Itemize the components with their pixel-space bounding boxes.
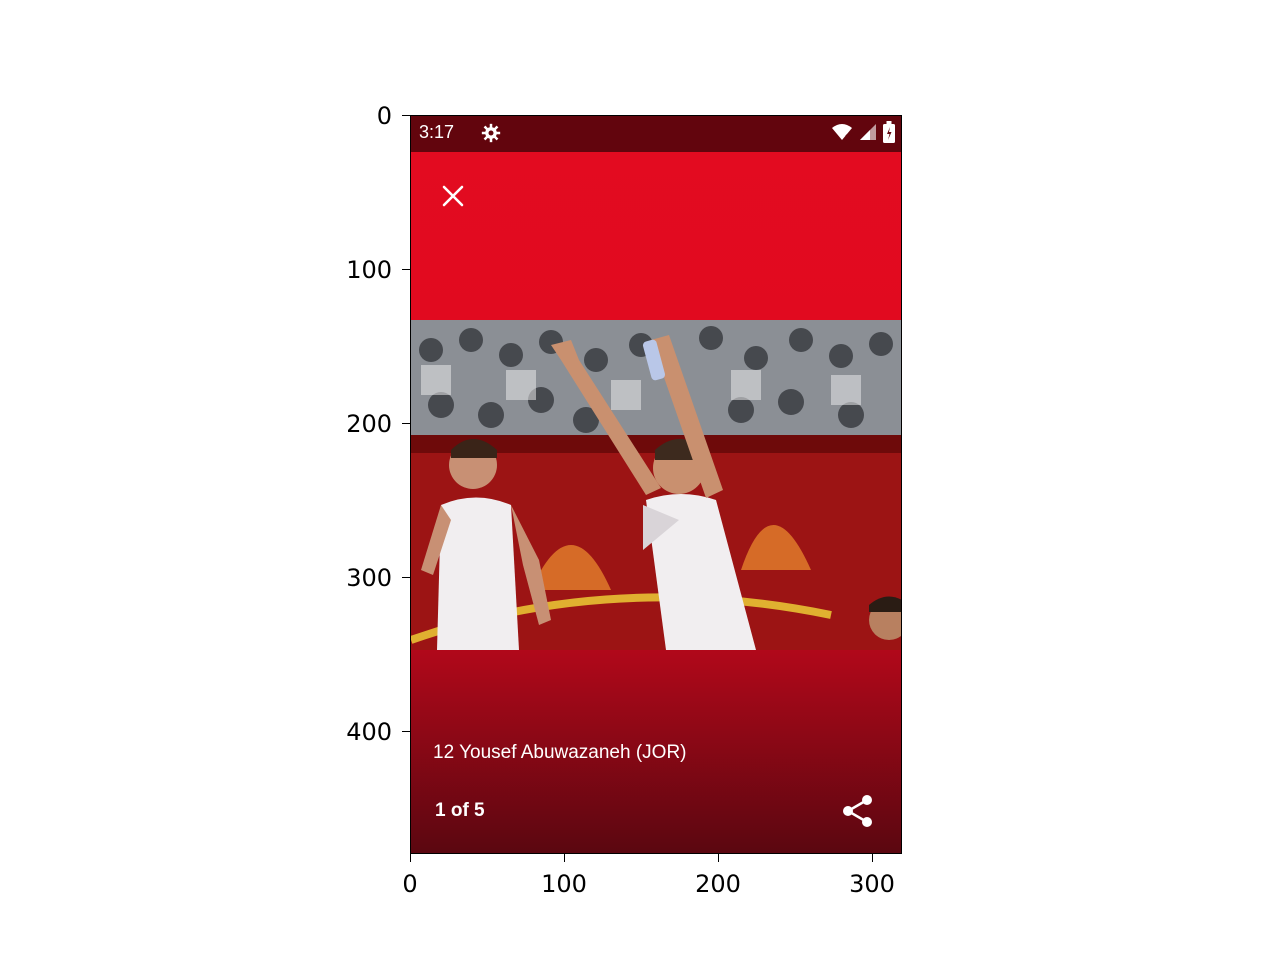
x-tick <box>564 854 565 862</box>
y-tick-label: 200 <box>346 410 392 438</box>
close-icon[interactable] <box>439 182 467 210</box>
y-tick-label: 300 <box>346 564 392 592</box>
y-tick-label: 400 <box>346 718 392 746</box>
y-tick <box>402 577 410 578</box>
x-tick-label: 300 <box>849 870 895 898</box>
y-tick-label: 0 <box>376 102 392 130</box>
gear-icon <box>481 123 501 143</box>
app-bar <box>411 152 901 320</box>
y-tick-label: 100 <box>346 256 392 284</box>
photo-caption: 12 Yousef Abuwazaneh (JOR) <box>433 742 687 763</box>
x-tick-label: 0 <box>402 870 418 898</box>
y-tick <box>402 115 410 116</box>
y-tick <box>402 423 410 424</box>
photo-illustration <box>411 320 901 650</box>
x-tick <box>410 854 411 862</box>
x-tick <box>718 854 719 862</box>
share-icon[interactable] <box>841 794 875 828</box>
battery-icon <box>883 121 895 143</box>
x-tick <box>872 854 873 862</box>
status-time: 3:17 <box>419 122 455 142</box>
status-icons <box>831 121 895 143</box>
status-bar: 3:17 <box>411 116 901 152</box>
y-tick <box>402 731 410 732</box>
gallery-photo[interactable] <box>411 320 901 650</box>
signal-icon <box>860 124 876 140</box>
y-tick <box>402 269 410 270</box>
wifi-icon <box>832 124 852 141</box>
caption-area: 12 Yousef Abuwazaneh (JOR) 1 of 5 <box>411 650 901 853</box>
x-tick-label: 200 <box>695 870 741 898</box>
photo-counter: 1 of 5 <box>435 800 485 821</box>
phone-screen: 3:17 12 Yousef Abuwazaneh (JOR) 1 of 5 <box>410 115 902 854</box>
x-tick-label: 100 <box>541 870 587 898</box>
